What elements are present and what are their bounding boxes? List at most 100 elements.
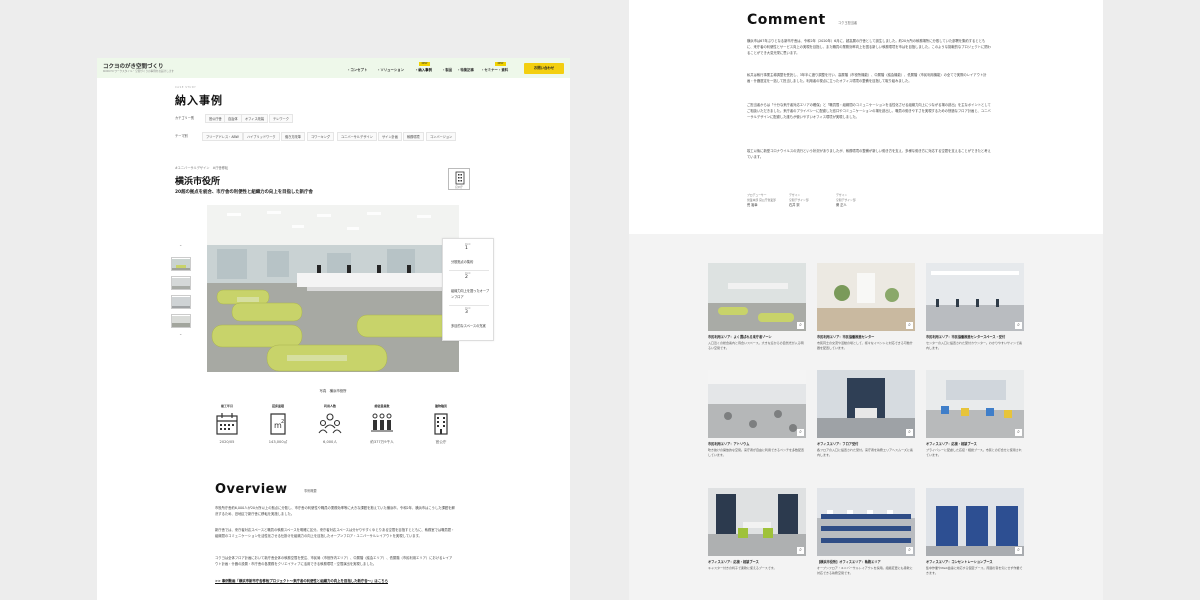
gallery-title: 市民利用エリア：よく選ばれる来庁者ゾーン [708,335,772,339]
comment-paragraph: 竣工以後に新型コロナウイルスの流行という状況がありましたが、執務環境の整備が新し… [747,149,991,160]
filter-label-theme: テーマ別 [175,134,188,138]
gallery-card[interactable]: ⌕ 【横浜市役所】オフィスエリア：執務エリア オープンフロア・ユニバーサルレイア… [817,488,915,576]
gallery-photo[interactable]: ⌕ [817,263,915,331]
comment-paragraph: 私共は執行事業主導調整を受託し、3年半に渡り調整を行い、高層階（市役所機能）、中… [747,73,987,84]
gallery-photo[interactable]: ⌕ [926,263,1024,331]
staff-icon [371,413,393,432]
zoom-icon[interactable]: ⌕ [906,429,913,436]
gallery-title: 市民利用エリア：市民協働推進センタースペース・受付 [926,335,1006,339]
main-photo[interactable] [207,205,459,372]
overview-paragraph: コクヨは全体フロア計画において新庁舎全体の執務空間を受注、市民局（市役所内エリア… [215,556,453,566]
staff-name: 荒 裕幸 [747,203,758,207]
staff-member: デザイン 空間デザイン部 石井 崇 [789,193,809,208]
fact-label: 延床面積 [271,404,284,408]
gallery-photo[interactable]: ⌕ [926,488,1024,556]
zoom-icon[interactable]: ⌕ [797,429,804,436]
gallery-card[interactable]: ⌕ 市民利用エリア：よく選ばれる来庁者ゾーン 入口近くの総合案内と待合いスペース… [708,263,806,351]
filter-tag[interactable]: コンバージョン [426,132,457,141]
zoom-icon[interactable]: ⌕ [797,322,804,329]
gallery-thumbnail[interactable] [171,257,191,271]
building-type-label: 官公庁 [455,186,463,189]
fact-value: 143,000㎡ [268,440,288,444]
point-text[interactable]: 組織力向上を図ったオープンフロア [451,289,491,300]
fact-label: 総従業員数 [374,404,390,408]
chevron-down-icon[interactable]: ⌄ [179,331,182,336]
filter-tag[interactable]: テレワーク [269,114,293,123]
zoom-icon[interactable]: ⌕ [1015,322,1022,329]
nav-cases[interactable]: ・納入事例 [415,67,432,72]
gallery-title: オフィスエリア：コンセントレーションブース [926,560,993,564]
gallery-title: 市民利用エリア：市民協働推進センター [817,335,875,339]
nav-products[interactable]: ・製品 [442,67,452,72]
filter-tag[interactable]: 働き方改革 [281,132,305,141]
comment-subtitle: コクヨ担当者 [838,21,858,25]
gallery-photo[interactable]: ⌕ [708,488,806,556]
project-title: 横浜市役所 [175,177,221,187]
gallery-title: オフィスエリア：フロア受付 [817,442,859,446]
chevron-up-icon[interactable]: ⌃ [179,244,182,249]
filter-tag[interactable]: 自治体 [224,114,242,123]
page-title: 納入事例 [175,94,223,107]
comment-title: Comment [747,12,826,28]
gallery-photo[interactable]: ⌕ [926,370,1024,438]
gallery-card[interactable]: ⌕ 市民利用エリア：アトリウム 吹き抜けの開放的な空間。来庁者が自由に利用できる… [708,370,806,458]
project-subtitle: 20超の拠点を統合、市庁舎の利便性と組織力の向上を目指した新庁舎 [175,190,313,195]
point-text[interactable]: 多目的なスペースの充実 [451,324,491,330]
gallery-thumbnail[interactable] [171,295,191,309]
nav-badge-new-2: NEW [495,62,506,66]
nav-concept[interactable]: ・コンセプト [347,67,367,72]
fact-value: 約377万9千人 [370,440,394,444]
project-hashtags[interactable]: #ユニバーサルデザイン #庁舎移転 [175,165,228,170]
fact-completion: 竣工年月 2020/05 [212,404,242,444]
nav-solution[interactable]: ・ソリューション [377,67,404,72]
staff-member: デザイン 空間デザイン部 菅 正人 [836,193,856,208]
filter-tag[interactable]: オフィス改装 [241,114,269,123]
fact-label: 竣工年月 [220,404,233,408]
gallery-title: オフィスエリア：応接・相談ブース [708,560,759,564]
page-title-en: CASE STUDY [175,86,197,89]
gallery-photo[interactable]: ⌕ [817,370,915,438]
fact-value: 2020/05 [219,440,235,444]
gallery-thumbnail[interactable] [171,314,191,328]
fact-label: 建物種別 [434,404,447,408]
filter-tag[interactable]: サイン計画 [378,132,402,141]
gallery-card[interactable]: ⌕ オフィスエリア：フロア受付 各フロアの入口に設置された受付。来庁者を執務エリ… [817,370,915,458]
zoom-icon[interactable]: ⌕ [906,322,913,329]
filter-tag[interactable]: ユニバーサルデザイン [337,132,377,141]
nav-seminar[interactable]: ・セミナー・資料 [481,67,508,72]
fact-building-type: 建物種別 官公庁 [426,404,456,445]
case-comment-page: Comment コクヨ担当者 横浜市は67年ぶりとなる新市庁舎は、令和2年（20… [629,0,1103,600]
zoom-icon[interactable]: ⌕ [797,547,804,554]
gallery-photo[interactable]: ⌕ [708,263,806,331]
gallery-card[interactable]: ⌕ 市民利用エリア：市民協働推進センタースペース・受付 センターの入口に設置され… [926,263,1024,351]
staff-name: 石井 崇 [789,203,800,207]
gallery-desc: センターの入口に設置された受付カウンター。わかりやすいサインで案内します。 [926,341,1022,350]
filter-tag[interactable]: フリーアドレス・ABW [202,132,243,141]
filter-tag[interactable]: ハイブリッドワーク [243,132,280,141]
zoom-icon[interactable]: ⌕ [906,547,913,554]
filter-tag[interactable]: 執務環境 [403,132,424,141]
gallery-title: オフィスエリア：応接・相談ブース [926,442,977,446]
contact-button[interactable]: お問い合わせ [524,63,564,74]
gallery-card[interactable]: ⌕ オフィスエリア：応接・相談ブース プライバシーに配慮した応接・相談ブース。市… [926,370,1024,458]
zoom-icon[interactable]: ⌕ [1015,429,1022,436]
gallery-desc: 各フロアの入口に設置された受付。来庁者を執務エリアへスムーズに案内します。 [817,448,913,457]
gallery-card[interactable]: ⌕ オフィスエリア：コンセントレーションブース 集中作業やWeb会議に対応する個… [926,488,1024,576]
gallery-card[interactable]: ⌕ 市民利用エリア：市民協働推進センター 市民同士の交流や活動の場として、様々な… [817,263,915,351]
gallery-thumbnail[interactable] [171,276,191,290]
gallery-photo[interactable]: ⌕ [708,370,806,438]
fact-floor-area: 延床面積 m 2 143,000㎡ [263,404,293,445]
gallery-desc: オープンフロア・ユニバーサルレイアウトを採用。組織変更にも柔軟に対応できる執務空… [817,566,913,575]
zoom-icon[interactable]: ⌕ [1015,547,1022,554]
gallery-photo[interactable]: ⌕ [817,488,915,556]
video-case-link[interactable]: >> 事例動画「横浜市新市庁舎移転プロジェクト〜来庁者の利便性と組織力の向上を目… [215,578,388,583]
filter-tag[interactable]: 官公庁舎 [205,114,226,123]
divider [449,270,489,271]
gallery-card[interactable]: ⌕ オフィスエリア：応接・相談ブース キャスター付きの椅子で柔軟に使えるブースで… [708,488,806,571]
filter-tag[interactable]: コワーキング [307,132,335,141]
building-icon [434,413,448,435]
point-text[interactable]: 分散拠点の集約 [451,260,491,266]
gallery-desc: 入口近くの総合案内と待合いスペース。大きな窓からの自然光が入る明るい空間です。 [708,341,804,350]
comment-paragraph: 横浜市は67年ぶりとなる新市庁舎は、令和2年（2020年）6月に、超高層の庁舎と… [747,39,991,56]
nav-features[interactable]: ・特集記事 [457,67,474,72]
